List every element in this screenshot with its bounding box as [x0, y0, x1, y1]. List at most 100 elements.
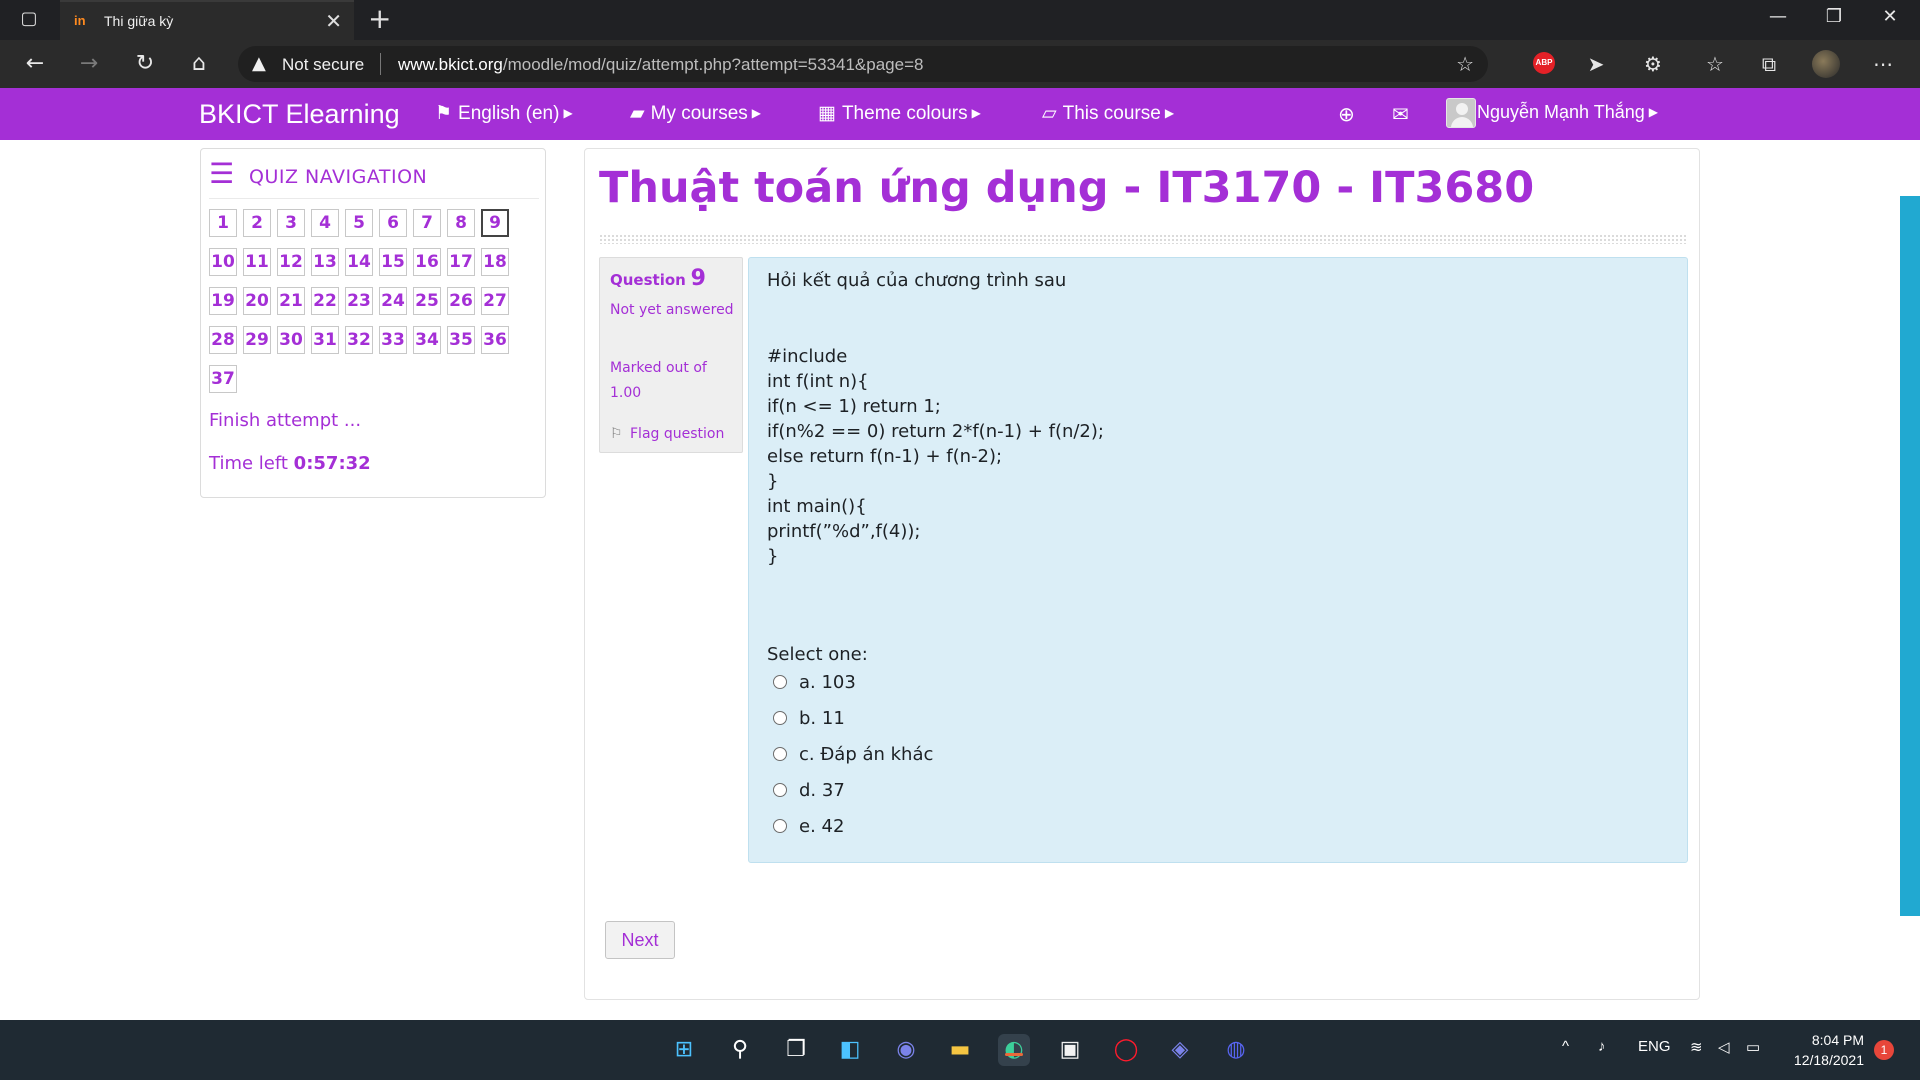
input-language[interactable]: ENG: [1638, 1038, 1671, 1055]
microphone-icon[interactable]: ♪: [1598, 1038, 1606, 1055]
quiz-nav-button-36[interactable]: 36: [481, 326, 509, 354]
discord-icon[interactable]: ◍: [1220, 1034, 1252, 1066]
answer-radio[interactable]: [773, 711, 787, 725]
quiz-nav-button-8[interactable]: 8: [447, 209, 475, 237]
quiz-nav-button-18[interactable]: 18: [481, 248, 509, 276]
quiz-nav-button-10[interactable]: 10: [209, 248, 237, 276]
my-courses-menu[interactable]: ▰ My courses ▶: [630, 102, 761, 125]
back-icon[interactable]: ←: [20, 50, 50, 78]
address-bar[interactable]: ▲ Not secure www.bkict.org/moodle/mod/qu…: [238, 46, 1488, 82]
quiz-nav-button-25[interactable]: 25: [413, 287, 441, 315]
finish-attempt-link[interactable]: Finish attempt ...: [209, 410, 361, 431]
refresh-icon[interactable]: ↻: [130, 50, 160, 78]
quiz-nav-button-3[interactable]: 3: [277, 209, 305, 237]
answer-option[interactable]: d. 37: [773, 780, 845, 804]
quiz-nav-button-9[interactable]: 9: [481, 209, 509, 237]
quiz-nav-button-37[interactable]: 37: [209, 365, 237, 393]
quiz-nav-button-19[interactable]: 19: [209, 287, 237, 315]
quiz-nav-button-16[interactable]: 16: [413, 248, 441, 276]
cursor-extension-icon[interactable]: ➤: [1584, 52, 1608, 76]
quiz-nav-button-2[interactable]: 2: [243, 209, 271, 237]
extensions-icon[interactable]: ⚙: [1640, 52, 1666, 76]
volume-icon[interactable]: ◁: [1718, 1038, 1730, 1056]
hamburger-icon[interactable]: ☰: [209, 160, 234, 188]
quiz-nav-button-6[interactable]: 6: [379, 209, 407, 237]
file-explorer-icon[interactable]: ▬: [944, 1034, 976, 1066]
quiz-nav-button-21[interactable]: 21: [277, 287, 305, 315]
quiz-nav-button-22[interactable]: 22: [311, 287, 339, 315]
edge-icon[interactable]: ◐: [998, 1034, 1030, 1066]
answer-option[interactable]: e. 42: [773, 816, 844, 840]
task-view-icon[interactable]: ❐: [780, 1034, 812, 1066]
quiz-nav-button-31[interactable]: 31: [311, 326, 339, 354]
quiz-nav-button-13[interactable]: 13: [311, 248, 339, 276]
new-tab-icon[interactable]: +: [368, 4, 391, 34]
site-brand[interactable]: BKICT Elearning: [199, 99, 400, 130]
user-menu[interactable]: Nguyễn Mạnh Thắng ▶: [1477, 102, 1658, 123]
home-icon[interactable]: ⌂: [184, 50, 214, 78]
quiz-nav-button-4[interactable]: 4: [311, 209, 339, 237]
forward-icon[interactable]: →: [74, 50, 104, 78]
wifi-icon[interactable]: ≋: [1690, 1038, 1703, 1056]
quiz-nav-button-15[interactable]: 15: [379, 248, 407, 276]
mail-icon[interactable]: ✉: [1392, 102, 1409, 126]
quiz-nav-button-17[interactable]: 17: [447, 248, 475, 276]
quiz-nav-button-26[interactable]: 26: [447, 287, 475, 315]
minimize-icon[interactable]: —: [1758, 6, 1798, 27]
windows-start-icon[interactable]: ⊞: [668, 1034, 700, 1066]
quiz-nav-button-23[interactable]: 23: [345, 287, 373, 315]
browser-tab[interactable]: in Thi giữa kỳ ✕: [60, 0, 354, 40]
answer-radio[interactable]: [773, 675, 787, 689]
answer-option[interactable]: c. Đáp án khác: [773, 744, 933, 768]
profile-icon[interactable]: [1812, 50, 1840, 78]
teams-chat-icon[interactable]: ◉: [890, 1034, 922, 1066]
close-icon[interactable]: ✕: [325, 9, 342, 33]
opera-icon[interactable]: ◯: [1110, 1034, 1142, 1066]
security-label[interactable]: Not secure: [282, 55, 364, 75]
url-text[interactable]: www.bkict.org/moodle/mod/quiz/attempt.ph…: [398, 55, 923, 75]
next-button[interactable]: Next: [605, 921, 675, 959]
store-icon[interactable]: ▣: [1054, 1034, 1086, 1066]
quiz-nav-button-7[interactable]: 7: [413, 209, 441, 237]
quiz-nav-button-12[interactable]: 12: [277, 248, 305, 276]
tab-actions-icon[interactable]: ▢: [16, 8, 42, 32]
quiz-nav-button-27[interactable]: 27: [481, 287, 509, 315]
this-course-menu[interactable]: ▱ This course ▶: [1042, 102, 1174, 125]
search-icon[interactable]: ⚲: [724, 1034, 756, 1066]
show-hidden-icons-icon[interactable]: ^: [1562, 1038, 1569, 1055]
quiz-nav-button-33[interactable]: 33: [379, 326, 407, 354]
favorites-icon[interactable]: ☆: [1702, 52, 1728, 76]
flag-question-link[interactable]: ⚐ Flag question: [610, 426, 724, 442]
answer-radio[interactable]: [773, 783, 787, 797]
theme-colours-menu[interactable]: ▦ Theme colours ▶: [818, 102, 981, 125]
answer-radio[interactable]: [773, 819, 787, 833]
quiz-nav-button-24[interactable]: 24: [379, 287, 407, 315]
answer-radio[interactable]: [773, 747, 787, 761]
window-close-icon[interactable]: ✕: [1870, 6, 1910, 27]
answer-option[interactable]: b. 11: [773, 708, 845, 732]
warning-icon[interactable]: ▲: [252, 53, 266, 74]
restore-icon[interactable]: ❐: [1814, 6, 1854, 27]
quiz-nav-button-32[interactable]: 32: [345, 326, 373, 354]
quiz-nav-button-1[interactable]: 1: [209, 209, 237, 237]
quiz-nav-button-29[interactable]: 29: [243, 326, 271, 354]
answer-option[interactable]: a. 103: [773, 672, 856, 696]
battery-icon[interactable]: ▭: [1746, 1038, 1760, 1056]
quiz-nav-button-5[interactable]: 5: [345, 209, 373, 237]
collections-icon[interactable]: ⧉: [1756, 52, 1782, 76]
quiz-nav-button-14[interactable]: 14: [345, 248, 373, 276]
system-clock[interactable]: 8:04 PM 12/18/2021: [1784, 1030, 1864, 1070]
quiz-nav-button-20[interactable]: 20: [243, 287, 271, 315]
notification-badge[interactable]: 1: [1874, 1040, 1894, 1060]
teams-icon[interactable]: ◈: [1164, 1034, 1196, 1066]
more-icon[interactable]: ⋯: [1870, 52, 1896, 76]
quiz-nav-button-34[interactable]: 34: [413, 326, 441, 354]
language-menu[interactable]: ⚑ English (en) ▶: [435, 102, 573, 125]
download-icon[interactable]: ⊕: [1338, 102, 1355, 126]
favorite-add-icon[interactable]: ☆: [1456, 52, 1474, 76]
widgets-icon[interactable]: ◧: [834, 1034, 866, 1066]
adblock-icon[interactable]: ABP: [1533, 52, 1555, 74]
avatar[interactable]: [1446, 98, 1476, 128]
quiz-nav-button-30[interactable]: 30: [277, 326, 305, 354]
quiz-nav-button-35[interactable]: 35: [447, 326, 475, 354]
